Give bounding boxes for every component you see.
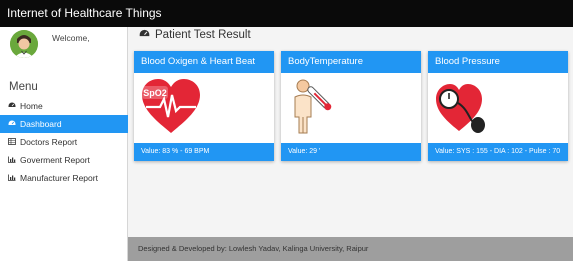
main-content: Patient Test Result Blood Oxigen & Heart… (128, 27, 573, 237)
spo2-label: SpO2 (143, 88, 167, 98)
card-title: BodyTemperature (281, 51, 421, 73)
sidebar-item-label: Dashboard (20, 119, 62, 129)
dashboard-icon (7, 98, 16, 116)
sidebar-item-doctors-report[interactable]: Doctors Report (0, 133, 128, 151)
page-title: Patient Test Result (139, 29, 251, 42)
app-title-bar: Internet of Healthcare Things (0, 0, 573, 27)
menu-title: Menu (9, 81, 38, 93)
card-value: Value: 29 ' (281, 143, 421, 161)
footer-credit: Designed & Developed by: Lowlesh Yadav, … (138, 244, 369, 253)
user-avatar-icon (10, 30, 38, 58)
card-body-temperature: BodyTemperature Value: 29 ' (281, 51, 421, 161)
user-panel: Welcome, (0, 27, 128, 71)
page-title-text: Patient Test Result (155, 29, 251, 41)
sidebar-item-label: Goverment Report (20, 155, 90, 165)
app-title: Internet of Healthcare Things (7, 6, 162, 20)
sidebar: Welcome, Menu Home Dashboard Doctors Rep… (0, 27, 128, 261)
page-footer: Designed & Developed by: Lowlesh Yadav, … (128, 237, 573, 261)
sidebar-item-dashboard[interactable]: Dashboard (0, 115, 128, 133)
bar-chart-icon (7, 170, 16, 188)
sidebar-item-manufacturer-report[interactable]: Manufacturer Report (0, 169, 128, 187)
sidebar-item-label: Doctors Report (20, 137, 78, 147)
card-title: Blood Oxigen & Heart Beat (134, 51, 274, 73)
card-blood-pressure: Blood Pressure Value: SYS : 155 - DIA : … (428, 51, 568, 161)
sidebar-item-label: Manufacturer Report (20, 173, 98, 183)
dashboard-icon (7, 116, 16, 134)
sidebar-item-goverment-report[interactable]: Goverment Report (0, 151, 128, 169)
thermometer-person-icon (294, 79, 332, 134)
dashboard-icon (139, 29, 150, 42)
sidebar-item-label: Home (20, 101, 43, 111)
bar-chart-icon (7, 152, 16, 170)
card-title: Blood Pressure (428, 51, 568, 73)
blood-pressure-heart-icon (436, 84, 485, 133)
welcome-text: Welcome, (52, 33, 90, 43)
card-value: Value: 83 % - 69 BPM (134, 143, 274, 161)
spo2-heart-icon: SpO2 (142, 79, 200, 133)
avatar (10, 30, 38, 58)
table-icon (7, 134, 16, 152)
sidebar-item-home[interactable]: Home (0, 97, 128, 115)
card-value: Value: SYS : 155 - DIA : 102 - Pulse : 7… (428, 143, 568, 161)
card-blood-oxygen: Blood Oxigen & Heart Beat SpO2 Value: 83… (134, 51, 274, 161)
